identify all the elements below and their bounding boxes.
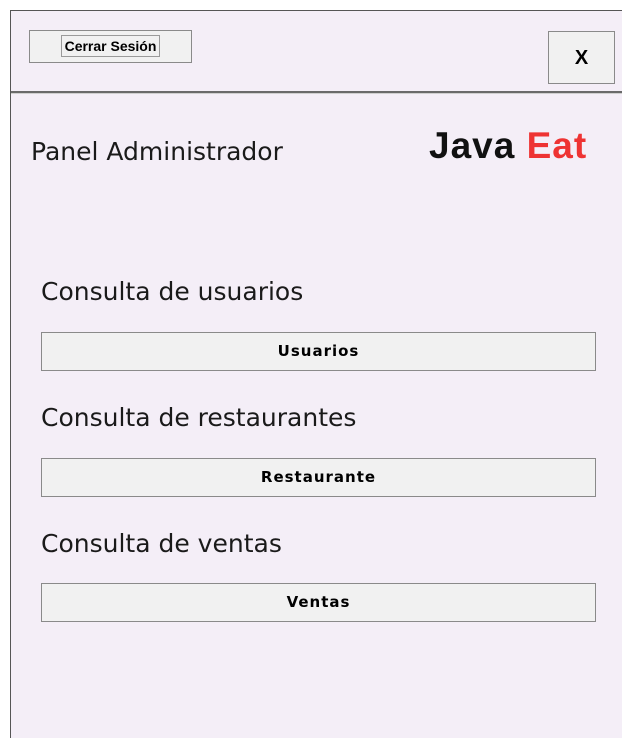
restaurants-section-title: Consulta de restaurantes xyxy=(41,403,357,432)
sales-button[interactable]: Ventas xyxy=(41,583,596,622)
admin-window: Cerrar Sesión X Panel Administrador Java… xyxy=(10,10,622,738)
logo-java-text: Java xyxy=(429,125,516,166)
header-divider xyxy=(11,91,622,94)
close-button[interactable]: X xyxy=(548,31,615,84)
top-bar: Cerrar Sesión X xyxy=(11,11,622,91)
logout-button-label: Cerrar Sesión xyxy=(60,35,161,57)
app-logo: Java Eat xyxy=(429,125,587,167)
logo-eat-text: Eat xyxy=(526,125,588,166)
sales-section-title: Consulta de ventas xyxy=(41,529,282,558)
page-title: Panel Administrador xyxy=(31,137,283,166)
users-section-title: Consulta de usuarios xyxy=(41,277,304,306)
logout-button[interactable]: Cerrar Sesión xyxy=(29,30,192,63)
users-button[interactable]: Usuarios xyxy=(41,332,596,371)
restaurants-button[interactable]: Restaurante xyxy=(41,458,596,497)
